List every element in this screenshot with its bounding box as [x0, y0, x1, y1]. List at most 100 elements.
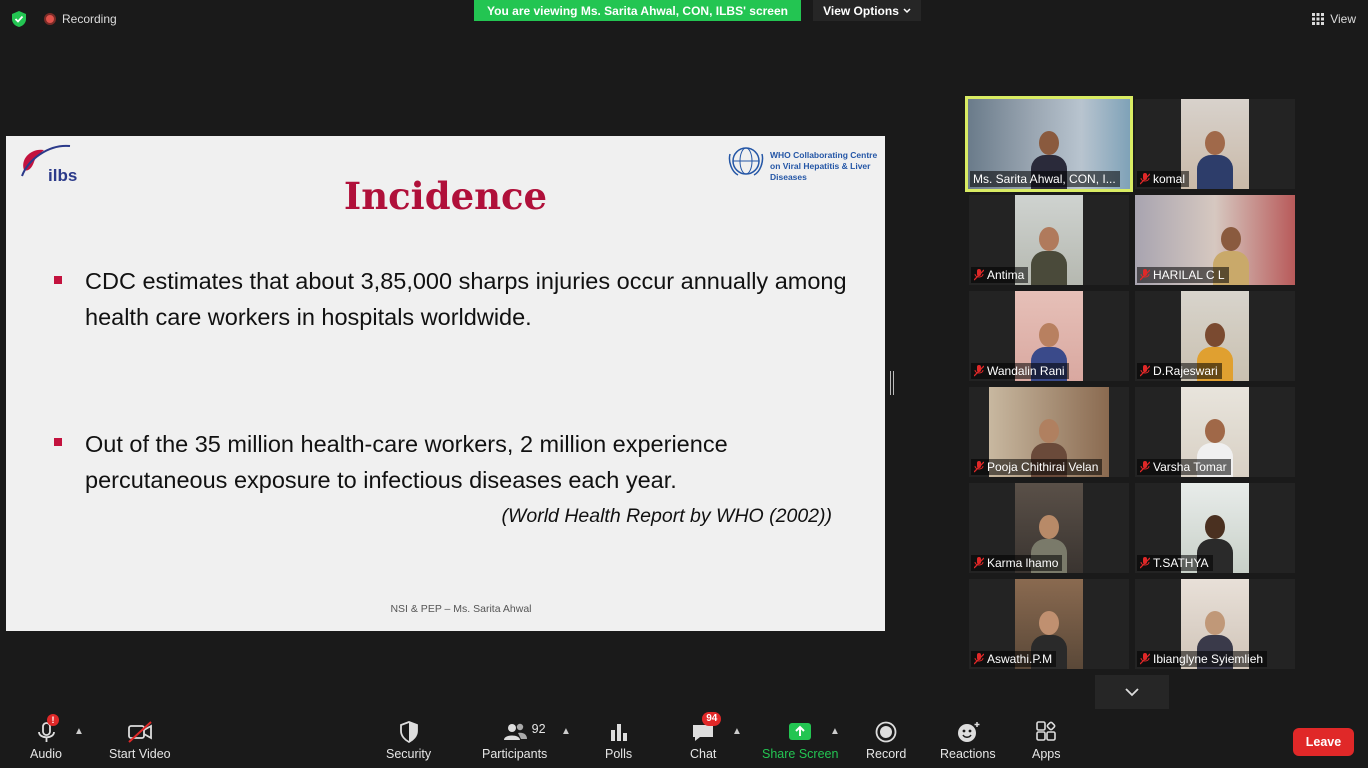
participant-tile[interactable]: Karma lhamo	[969, 483, 1129, 573]
participant-name: Aswathi.P.M	[987, 652, 1053, 666]
viewing-screen-banner: You are viewing Ms. Sarita Ahwal, CON, I…	[474, 0, 801, 21]
participants-label: Participants	[482, 747, 548, 761]
reactions-button[interactable]: Reactions	[940, 720, 996, 761]
polls-label: Polls	[605, 747, 633, 761]
security-button[interactable]: Security	[386, 720, 431, 761]
share-options-caret-icon[interactable]: ▲	[830, 726, 840, 737]
muted-mic-icon	[1140, 557, 1150, 569]
gallery-next-page-button[interactable]	[1095, 675, 1169, 709]
polls-button[interactable]: Polls	[605, 720, 632, 761]
participants-options-caret-icon[interactable]: ▲	[561, 726, 571, 737]
participant-tile[interactable]: komal	[1135, 99, 1295, 189]
shared-screen-slide: ilbs WHO Collaborating Centre on Viral H…	[6, 136, 885, 631]
muted-mic-icon	[974, 557, 984, 569]
chat-bubble-icon: 94	[690, 712, 722, 744]
participants-icon: 92	[502, 720, 546, 744]
encryption-shield-icon[interactable]	[10, 10, 28, 28]
chat-button[interactable]: 94 Chat	[690, 712, 722, 761]
apps-icon	[1033, 720, 1059, 744]
audio-label: Audio	[30, 747, 62, 761]
chevron-down-icon	[1125, 687, 1139, 696]
chat-label: Chat	[690, 747, 717, 761]
participant-tile[interactable]: Pooja Chithirai Velan	[969, 387, 1129, 477]
participant-name-bar: D.Rajeswari	[1137, 363, 1222, 379]
bullet-marker-icon	[54, 276, 62, 284]
slide-citation: (World Health Report by WHO (2002))	[501, 505, 832, 527]
who-emblem-icon	[728, 147, 764, 176]
muted-mic-icon	[974, 269, 984, 281]
zoom-meeting-window: Recording You are viewing Ms. Sarita Ahw…	[0, 0, 1368, 768]
participant-name-bar: Pooja Chithirai Velan	[971, 459, 1103, 475]
share-screen-icon	[787, 720, 813, 744]
participant-name: Ms. Sarita Ahwal, CON, I...	[973, 172, 1116, 186]
participant-name-bar: Antima	[971, 267, 1029, 283]
participant-name-bar: HARILAL C L	[1137, 267, 1229, 283]
participant-tile[interactable]: Aswathi.P.M	[969, 579, 1129, 669]
share-screen-label: Share Screen	[762, 747, 839, 761]
panel-resize-handle[interactable]	[890, 371, 894, 395]
audio-alert-badge: !	[46, 714, 59, 726]
bullet-marker-icon	[54, 438, 62, 446]
muted-mic-icon	[1140, 173, 1150, 185]
slide-title: Incidence	[343, 174, 548, 218]
participant-figure	[1197, 131, 1233, 189]
record-icon	[873, 720, 899, 744]
participant-tile[interactable]: D.Rajeswari	[1135, 291, 1295, 381]
grid-view-icon	[1312, 13, 1325, 25]
participant-name: komal	[1153, 172, 1186, 186]
security-label: Security	[386, 747, 432, 761]
participant-name: HARILAL C L	[1153, 268, 1225, 282]
chat-unread-badge: 94	[702, 712, 722, 726]
audio-button[interactable]: ! Audio	[30, 714, 62, 761]
muted-mic-icon	[1140, 269, 1150, 281]
participant-name: Wandalin Rani	[987, 364, 1065, 378]
participant-tile[interactable]: Varsha Tomar	[1135, 387, 1295, 477]
muted-mic-icon	[1140, 365, 1150, 377]
participant-name: Pooja Chithirai Velan	[987, 460, 1099, 474]
participant-tile[interactable]: Wandalin Rani	[969, 291, 1129, 381]
participant-tile[interactable]: T.SATHYA	[1135, 483, 1295, 573]
view-button[interactable]: View	[1312, 12, 1356, 26]
record-label: Record	[866, 747, 907, 761]
participant-tile[interactable]: Ibianglyne Syiemlieh	[1135, 579, 1295, 669]
recording-label: Recording	[62, 12, 117, 26]
muted-mic-icon	[974, 365, 984, 377]
chat-options-caret-icon[interactable]: ▲	[732, 726, 742, 737]
participant-name: Varsha Tomar	[1153, 460, 1227, 474]
participant-tile[interactable]: Ms. Sarita Ahwal, CON, I...	[965, 96, 1133, 192]
participant-figure	[1031, 227, 1067, 285]
muted-mic-icon	[974, 461, 984, 473]
start-video-button[interactable]: Start Video	[109, 720, 171, 761]
participants-button[interactable]: 92 Participants	[482, 720, 547, 761]
apps-button[interactable]: Apps	[1032, 720, 1061, 761]
participant-name-bar: Ibianglyne Syiemlieh	[1137, 651, 1268, 667]
muted-mic-icon	[1140, 653, 1150, 665]
bullet-text: CDC estimates that about 3,85,000 sharps…	[85, 268, 847, 330]
bullet-text: Out of the 35 million health-care worker…	[85, 431, 728, 493]
participant-name: Antima	[987, 268, 1025, 282]
participant-name-bar: Ms. Sarita Ahwal, CON, I...	[970, 171, 1120, 187]
participant-name-bar: T.SATHYA	[1137, 555, 1213, 571]
participant-name-bar: Varsha Tomar	[1137, 459, 1231, 475]
muted-mic-icon	[974, 653, 984, 665]
recording-indicator[interactable]: Recording	[44, 12, 117, 26]
participant-name-bar: Aswathi.P.M	[971, 651, 1057, 667]
participant-tile[interactable]: Antima	[969, 195, 1129, 285]
participant-name: T.SATHYA	[1153, 556, 1209, 570]
reactions-label: Reactions	[940, 747, 996, 761]
audio-options-caret-icon[interactable]: ▲	[74, 726, 84, 737]
participant-name-bar: komal	[1137, 171, 1190, 187]
leave-meeting-button[interactable]: Leave	[1293, 728, 1354, 756]
microphone-icon: !	[33, 714, 59, 744]
slide-footer: NSI & PEP – Ms. Sarita Ahwal	[390, 603, 532, 615]
participant-tile[interactable]: HARILAL C L	[1135, 195, 1295, 285]
view-options-label: View Options	[823, 3, 899, 18]
video-off-icon	[127, 720, 153, 744]
start-video-label: Start Video	[109, 747, 171, 761]
record-button[interactable]: Record	[866, 720, 906, 761]
meeting-controls-toolbar: ! Audio ▲ Start Video Security 92 Partic…	[0, 712, 1368, 768]
share-screen-button[interactable]: Share Screen	[762, 720, 838, 761]
shield-icon	[396, 720, 422, 744]
participant-name: D.Rajeswari	[1153, 364, 1218, 378]
view-options-button[interactable]: View Options	[813, 0, 921, 21]
